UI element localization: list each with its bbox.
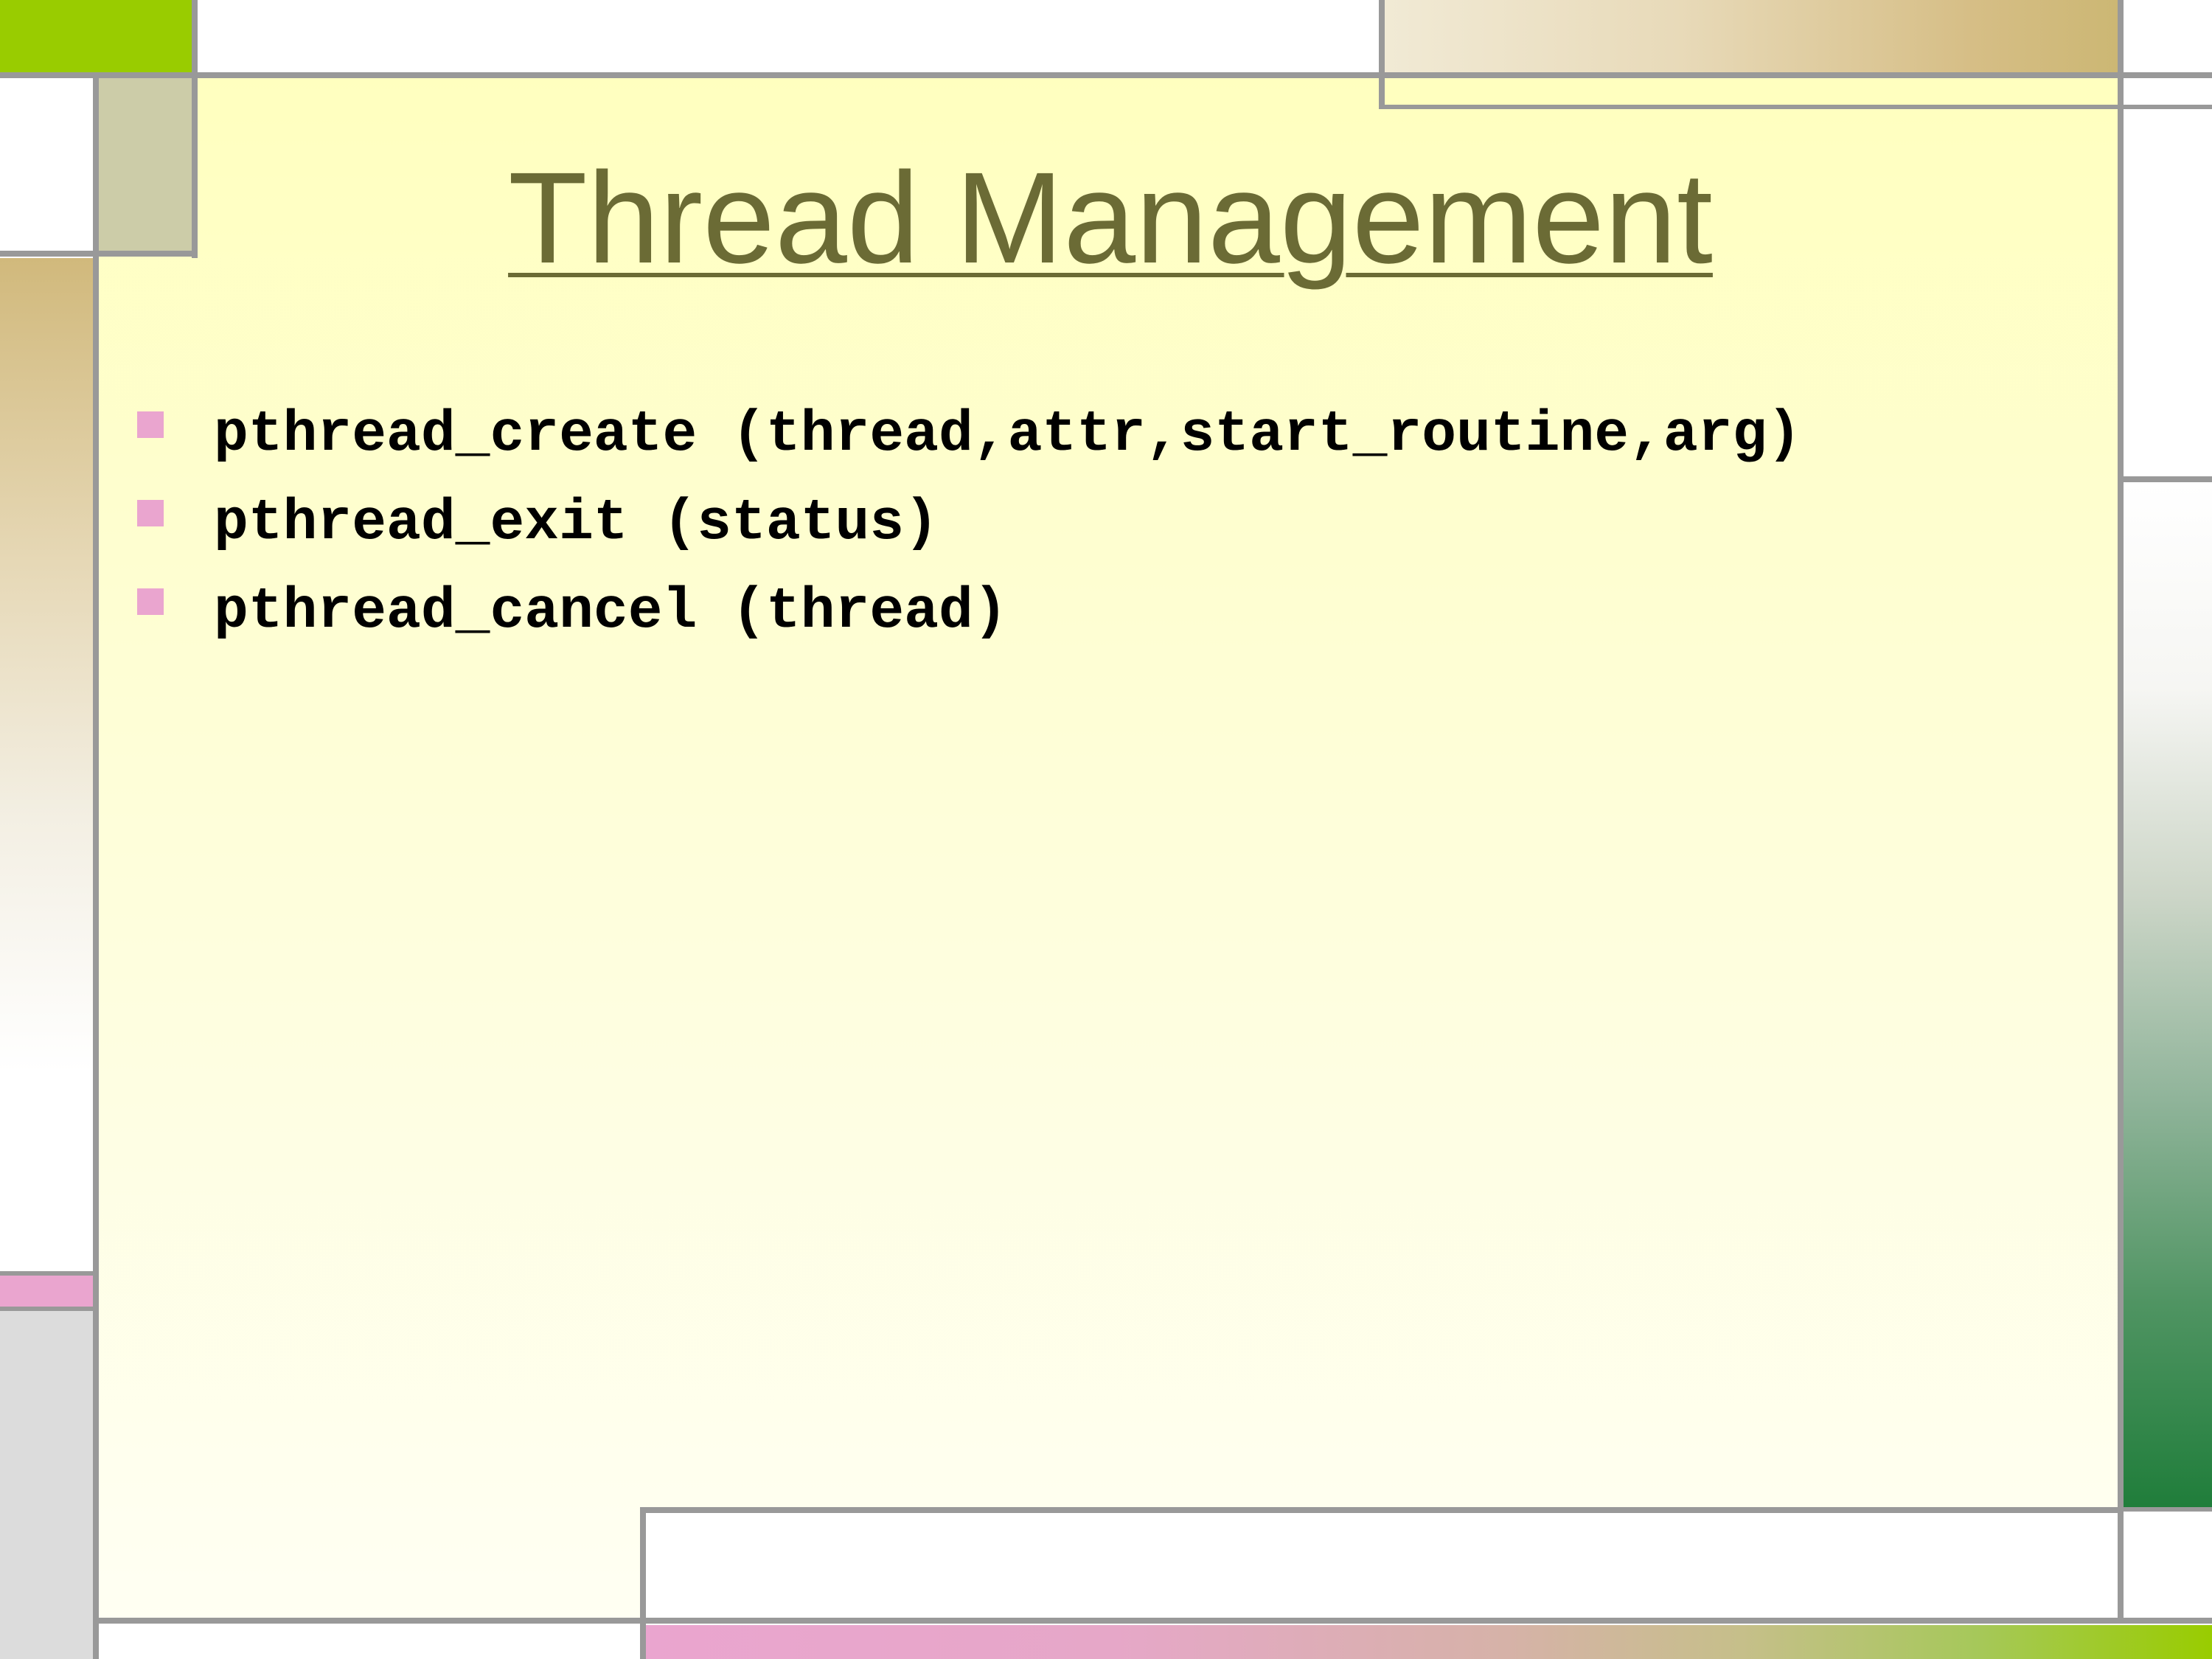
- bullet-list: pthread_create (thread,attr,start_routin…: [137, 391, 1801, 656]
- slide: Thread Management pthread_create (thread…: [0, 0, 2212, 1659]
- slide-title-text: Thread Management: [508, 146, 1713, 291]
- rule-bottom-horizontal: [93, 1618, 2212, 1624]
- decor-green-gradient-right: [2124, 482, 2212, 1510]
- rule-top-right-box-bottom: [1379, 105, 2212, 109]
- rule-left-pink-top: [0, 1271, 99, 1276]
- bullet-item: pthread_cancel (thread): [137, 568, 1801, 656]
- rule-top-right-box-left: [1379, 0, 1385, 109]
- bullet-text: pthread_exit (status): [214, 491, 939, 556]
- decor-pink-block-left: [0, 1276, 96, 1307]
- square-bullet-icon: [137, 411, 164, 438]
- rule-right-mid-horizontal: [2118, 476, 2212, 482]
- bullet-text: pthread_cancel (thread): [214, 580, 1008, 644]
- decor-green-block-top-left: [0, 0, 192, 74]
- square-bullet-icon: [137, 500, 164, 526]
- rule-bottom-box-top: [640, 1507, 2124, 1513]
- decor-tan-gradient-top-right: [1383, 0, 2118, 74]
- decor-tan-strip-left: [0, 258, 96, 1276]
- decor-pink-green-gradient-bottom: [643, 1625, 2212, 1659]
- square-bullet-icon: [137, 588, 164, 615]
- rule-top-horizontal: [0, 72, 2212, 78]
- slide-title: Thread Management: [99, 145, 2122, 292]
- rule-left-vertical: [93, 77, 99, 1659]
- bullet-item: pthread_exit (status): [137, 479, 1801, 568]
- decor-white-box-bottom: [643, 1510, 2124, 1621]
- decor-gray-block-left: [0, 1310, 96, 1659]
- rule-bottom-box-left: [640, 1507, 646, 1659]
- content-panel: [99, 77, 2122, 1622]
- bullet-text: pthread_create (thread,attr,start_routin…: [214, 403, 1802, 467]
- rule-right-lower-horizontal: [2118, 1507, 2212, 1512]
- rule-left-pink-bottom: [0, 1307, 99, 1311]
- decor-yellow-strip-top-right: [1383, 77, 2118, 106]
- bullet-item: pthread_create (thread,attr,start_routin…: [137, 391, 1801, 479]
